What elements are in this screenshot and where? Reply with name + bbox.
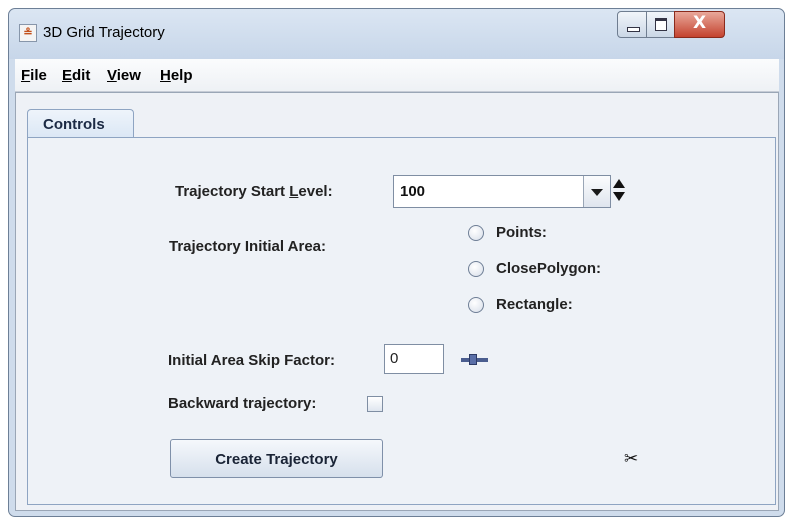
create-trajectory-button[interactable]: Create Trajectory bbox=[170, 439, 383, 478]
close-icon: X bbox=[692, 13, 707, 33]
chevron-down-icon[interactable] bbox=[583, 176, 610, 207]
menu-file[interactable]: File bbox=[21, 67, 47, 84]
app-window: ≗ 3D Grid Trajectory X File Edit View He… bbox=[8, 8, 785, 517]
menu-help[interactable]: Help bbox=[160, 67, 193, 84]
menu-view[interactable]: View bbox=[107, 67, 141, 84]
scissors-icon[interactable]: ✂ bbox=[624, 449, 638, 469]
tab-controls[interactable]: Controls bbox=[27, 109, 134, 138]
start-level-label: Trajectory Start Level: bbox=[175, 183, 333, 200]
skip-factor-label: Initial Area Skip Factor: bbox=[168, 352, 335, 369]
menu-bar: File Edit View Help bbox=[15, 59, 779, 92]
menu-edit[interactable]: Edit bbox=[62, 67, 90, 84]
initial-area-label: Trajectory Initial Area: bbox=[169, 238, 327, 255]
slider-knob[interactable] bbox=[469, 354, 477, 365]
backward-trajectory-checkbox[interactable] bbox=[367, 396, 383, 412]
title-bar[interactable]: ≗ 3D Grid Trajectory X bbox=[9, 9, 784, 59]
radio-closepolygon[interactable] bbox=[468, 261, 484, 277]
content-area: Controls Trajectory Start Level: 100 Tra… bbox=[15, 92, 779, 511]
spinner-up-icon[interactable] bbox=[613, 179, 625, 188]
backward-trajectory-label: Backward trajectory: bbox=[168, 395, 317, 412]
maximize-button[interactable] bbox=[646, 11, 675, 38]
radio-rectangle-label: Rectangle: bbox=[496, 296, 573, 313]
maximize-icon bbox=[655, 18, 667, 31]
radio-rectangle[interactable] bbox=[468, 297, 484, 313]
radio-points[interactable] bbox=[468, 225, 484, 241]
minimize-icon bbox=[627, 27, 640, 32]
slider-icon[interactable] bbox=[461, 354, 488, 365]
controls-panel: Trajectory Start Level: 100 Trajectory I… bbox=[27, 137, 776, 505]
minimize-button[interactable] bbox=[617, 11, 647, 38]
start-level-value: 100 bbox=[400, 183, 426, 200]
tab-controls-label: Controls bbox=[43, 116, 105, 133]
radio-closepolygon-label: ClosePolygon: bbox=[496, 260, 602, 277]
up-down-spinner-icon[interactable] bbox=[613, 177, 627, 205]
spinner-down-icon[interactable] bbox=[613, 192, 625, 201]
close-button[interactable]: X bbox=[674, 11, 725, 38]
radio-points-label: Points: bbox=[496, 224, 547, 241]
start-level-combobox[interactable]: 100 bbox=[393, 175, 611, 208]
java-app-icon[interactable]: ≗ bbox=[19, 24, 37, 42]
window-title: 3D Grid Trajectory bbox=[43, 24, 165, 41]
skip-factor-input[interactable]: 0 bbox=[384, 344, 444, 374]
